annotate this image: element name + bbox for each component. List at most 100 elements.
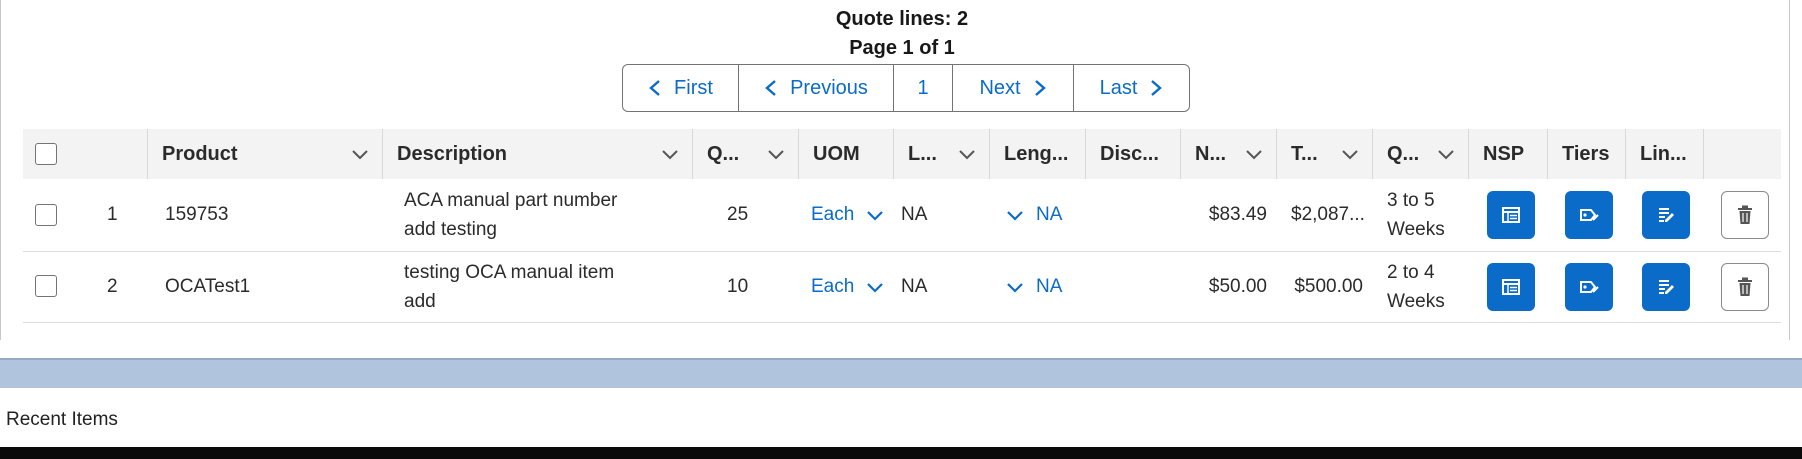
delete-line-button[interactable] [1721, 262, 1769, 311]
quote-lines-card: Quote lines: 2 Page 1 of 1 First Previou… [0, 0, 1790, 340]
quantity-header-label: Q... [707, 142, 740, 165]
net-price-cell: $83.49 [1208, 203, 1267, 225]
tag-edit-icon [1580, 280, 1599, 293]
l-header[interactable]: L... [894, 129, 990, 179]
total-cell: $2,087... [1291, 203, 1365, 225]
l-header-label: L... [908, 142, 937, 165]
chevron-down-icon[interactable] [866, 281, 884, 293]
chevron-down-icon[interactable] [866, 209, 884, 221]
row-checkbox[interactable] [35, 275, 57, 298]
chevron-right-icon [1034, 80, 1046, 96]
table-row: 2 OCATest1 testing OCA manual item add 1… [23, 251, 1781, 322]
l-cell: NA [901, 203, 928, 225]
length-value: NA [1036, 275, 1063, 297]
lines-cell [1626, 179, 1704, 251]
tiers-button[interactable] [1565, 190, 1613, 239]
select-all-header [23, 129, 79, 179]
row-checkbox[interactable] [35, 203, 57, 226]
page-1-button[interactable]: 1 [894, 65, 953, 111]
quantity-header[interactable]: Q... [693, 129, 799, 179]
tiers-cell [1548, 179, 1626, 251]
chevron-right-icon [1151, 80, 1163, 96]
delete-cell [1704, 179, 1781, 251]
pagination: First Previous 1 Next Last [622, 64, 1190, 112]
chevron-down-icon[interactable] [1245, 148, 1263, 160]
uom-header-label: UOM [813, 142, 860, 165]
tag-edit-icon [1580, 208, 1599, 221]
next-page-button[interactable]: Next [953, 65, 1074, 111]
list-edit-icon [1659, 279, 1674, 294]
quote-lines-table: Product Description Q... UOM L... Leng..… [23, 129, 1781, 323]
discount-cell[interactable] [1086, 251, 1181, 322]
tiers-header-label: Tiers [1562, 142, 1610, 165]
description-cell: ACA manual part number add testing [404, 189, 618, 240]
quote-time-cell: 3 to 5 Weeks [1387, 189, 1445, 240]
chevron-down-icon[interactable] [661, 148, 679, 160]
product-header-label: Product [162, 142, 238, 165]
chevron-down-icon[interactable] [767, 148, 785, 160]
length-value: NA [1036, 203, 1063, 225]
next-label: Next [979, 76, 1021, 99]
uom-cell[interactable]: Each [799, 251, 894, 322]
last-page-button[interactable]: Last [1074, 65, 1189, 111]
quote-lines-count: Quote lines: 2 [835, 8, 969, 30]
previous-page-button[interactable]: Previous [739, 65, 894, 111]
line-details-button[interactable] [1642, 262, 1690, 311]
nsp-cell [1469, 251, 1548, 322]
nsp-cell [1469, 179, 1548, 251]
uom-header[interactable]: UOM [799, 129, 894, 179]
length-header[interactable]: Leng... [990, 129, 1086, 179]
table-icon [1502, 278, 1520, 295]
page-info: Page 1 of 1 [849, 37, 955, 59]
chevron-down-icon[interactable] [1341, 148, 1359, 160]
quote-time-header[interactable]: Q... [1373, 129, 1469, 179]
delete-line-button[interactable] [1721, 190, 1769, 239]
nsp-button[interactable] [1487, 190, 1535, 239]
product-cell: OCATest1 [165, 275, 251, 297]
first-label: First [674, 76, 713, 99]
discount-header[interactable]: Disc... [1086, 129, 1181, 179]
row-index: 1 [107, 203, 118, 225]
discount-cell[interactable] [1086, 179, 1181, 251]
product-header[interactable]: Product [148, 129, 383, 179]
uom-cell[interactable]: Each [799, 179, 894, 251]
line-details-button[interactable] [1642, 190, 1690, 239]
row-index: 2 [107, 275, 118, 297]
description-header-label: Description [397, 142, 508, 165]
tiers-button[interactable] [1565, 262, 1613, 311]
total-header[interactable]: T... [1277, 129, 1373, 179]
section-divider-band [0, 358, 1802, 388]
total-cell: $500.00 [1294, 275, 1363, 297]
last-label: Last [1099, 76, 1138, 99]
lines-header: Lin... [1626, 129, 1704, 179]
index-header [79, 129, 148, 179]
select-all-checkbox[interactable] [35, 143, 57, 166]
chevron-left-icon [649, 80, 660, 96]
length-header-label: Leng... [1004, 142, 1069, 165]
description-header[interactable]: Description [383, 129, 693, 179]
length-cell[interactable]: NA [990, 179, 1086, 251]
chevron-down-icon[interactable] [1006, 281, 1024, 293]
product-cell: 159753 [165, 203, 229, 225]
first-page-button[interactable]: First [623, 65, 739, 111]
table-icon [1502, 206, 1520, 223]
list-edit-icon [1659, 207, 1674, 222]
l-cell: NA [901, 275, 928, 297]
actions-header [1704, 129, 1781, 179]
nsp-button[interactable] [1487, 262, 1535, 311]
chevron-left-icon [765, 80, 776, 96]
chevron-down-icon[interactable] [351, 148, 369, 160]
net-header[interactable]: N... [1181, 129, 1277, 179]
chevron-down-icon[interactable] [1006, 209, 1024, 221]
chevron-down-icon[interactable] [958, 148, 976, 160]
tiers-header: Tiers [1548, 129, 1626, 179]
net-header-label: N... [1195, 142, 1227, 165]
length-cell[interactable]: NA [990, 251, 1086, 322]
discount-header-label: Disc... [1100, 142, 1159, 165]
description-cell: testing OCA manual item add [404, 261, 615, 312]
quantity-cell[interactable]: 10 [693, 251, 799, 322]
uom-value: Each [811, 275, 855, 297]
chevron-down-icon[interactable] [1437, 148, 1455, 160]
tiers-cell [1548, 251, 1626, 322]
quantity-cell[interactable]: 25 [693, 179, 799, 251]
